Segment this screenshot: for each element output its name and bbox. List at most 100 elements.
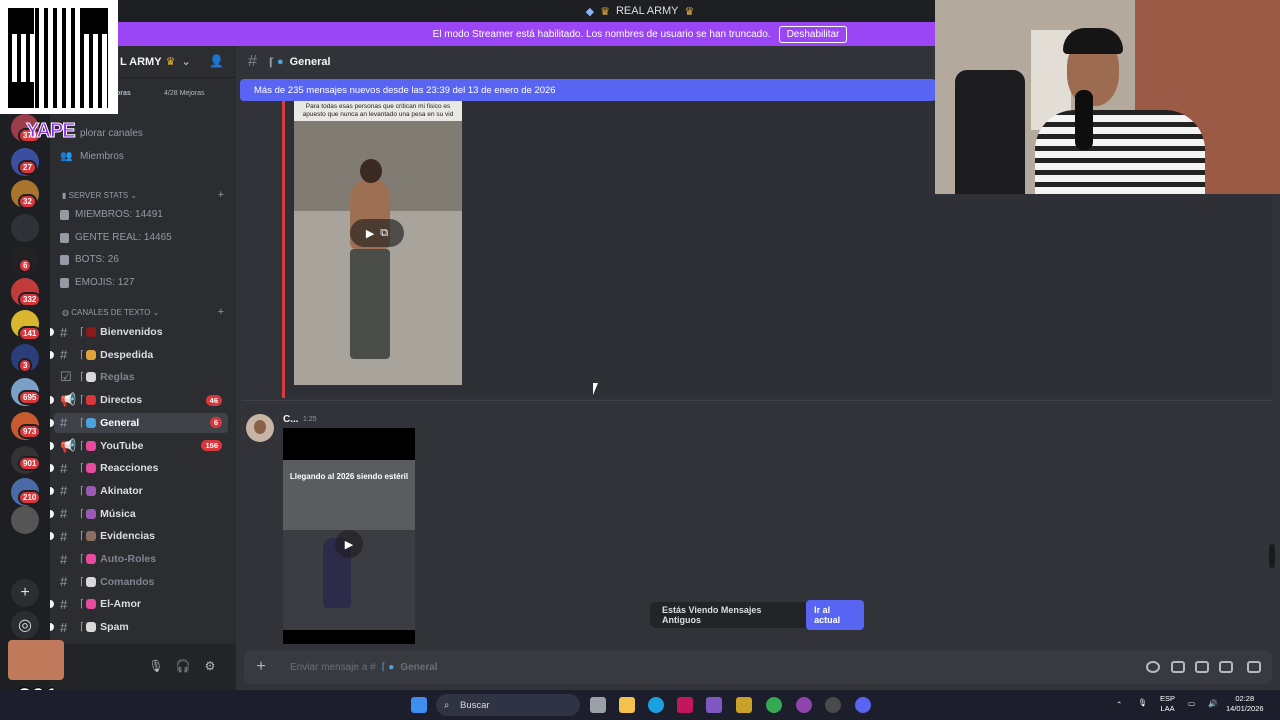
task-view-icon[interactable] — [590, 697, 606, 713]
video-attachment[interactable]: Llegando al 2026 siendo estéril ▶ — [283, 428, 415, 644]
microphone-icon[interactable]: 🎙 — [1138, 698, 1148, 708]
server-logo-icon: ◆ — [585, 5, 595, 18]
add-server-icon[interactable]: + — [11, 579, 39, 607]
upload-plus-icon[interactable]: + — [246, 658, 276, 676]
channel-name: Despedida — [100, 348, 154, 361]
channel-name: Reglas — [100, 371, 135, 384]
gift-icon[interactable] — [1247, 661, 1261, 673]
clock[interactable]: 02:28 14/01/2026 — [1226, 694, 1264, 714]
lock-icon — [60, 254, 69, 265]
stat-channel[interactable]: MIEMBROS: 14491 — [60, 209, 163, 220]
jump-to-present-button[interactable]: Ir al actual — [806, 600, 864, 630]
channel-directos[interactable]: 📢 ⌈ Directos 46 — [50, 390, 228, 410]
game-icon[interactable] — [736, 697, 752, 713]
stat-label: EMOJIS: 127 — [75, 277, 135, 288]
chevron-up-icon[interactable]: ⌃ — [1116, 700, 1122, 710]
channel-bienvenidos[interactable]: # ⌈ Bienvenidos — [50, 322, 228, 342]
channel-name: El-Amor — [100, 598, 141, 611]
old-messages-notice: Estás Viendo Mensajes Antiguos Ir al act… — [650, 600, 864, 630]
apps-icon[interactable] — [1146, 661, 1160, 673]
channel-name: Directos — [100, 394, 143, 407]
globe-icon: ◍ — [62, 308, 72, 317]
server-icon[interactable] — [11, 214, 39, 242]
microphone-icon[interactable]: 🎙 — [148, 658, 164, 674]
channel-reacciones[interactable]: # ⌈ Reacciones — [50, 458, 228, 478]
search-label: Buscar — [460, 699, 490, 711]
chrome-profile-icon[interactable] — [796, 697, 812, 713]
scrollbar-thumb[interactable] — [1269, 544, 1275, 568]
server-icon[interactable] — [11, 506, 39, 534]
webcam-person — [1035, 110, 1205, 194]
add-channel-icon[interactable]: + — [218, 306, 224, 318]
search-icon: ⌕ — [444, 699, 450, 711]
channel-auto-roles[interactable]: # ⌈ Auto-Roles — [54, 549, 228, 569]
video-attachment[interactable]: Para todas esas personas que critican mi… — [294, 101, 462, 385]
discord-icon[interactable] — [855, 697, 871, 713]
avatar[interactable] — [246, 414, 274, 442]
channel-evidencias[interactable]: # ⌈ Evidencias — [50, 526, 228, 546]
channel-bracket: ⌈ — [80, 621, 85, 634]
discover-icon[interactable]: ◎ — [11, 611, 39, 639]
language-top: ESP — [1160, 694, 1176, 703]
members-link[interactable]: 👥 Miembros — [60, 151, 124, 162]
hash-icon: # — [60, 347, 68, 363]
message-author[interactable]: C... — [283, 414, 299, 425]
hash-icon: # — [60, 460, 68, 476]
channel-akinator[interactable]: # ⌈ Akinator — [50, 481, 228, 501]
volume-icon[interactable]: 🔊 — [1208, 699, 1217, 709]
add-channel-icon[interactable]: + — [218, 189, 224, 201]
composer-placeholder: Enviar mensaje a # — [290, 661, 376, 673]
channel-emoji-icon — [86, 372, 97, 383]
channel-header: # ⌈ ● General — [236, 46, 936, 78]
app-icon[interactable] — [677, 697, 693, 713]
channel-comandos[interactable]: # ⌈ Comandos — [54, 572, 228, 592]
message-composer[interactable]: + Enviar mensaje a # ⌈ ● General — [244, 650, 1272, 684]
channel-despedida[interactable]: # ⌈ Despedida — [50, 345, 228, 365]
lock-icon — [60, 209, 69, 220]
language-indicator[interactable]: ESP LAA — [1160, 694, 1175, 714]
gear-icon[interactable]: ⚙ — [202, 658, 218, 674]
category-server-stats[interactable]: ▮ SERVER STATS ⌄ — [62, 191, 137, 200]
play-button[interactable]: ▶ ⧉ — [350, 219, 404, 247]
copilot-icon[interactable] — [706, 697, 722, 713]
stat-channel[interactable]: EMOJIS: 127 — [60, 277, 134, 288]
stat-channel[interactable]: BOTS: 26 — [60, 254, 119, 265]
channel-emoji-icon — [86, 554, 97, 564]
windows-start-icon[interactable] — [411, 697, 427, 713]
edge-icon[interactable] — [648, 697, 664, 713]
channel-m-sica[interactable]: # ⌈ Música — [50, 504, 228, 524]
channel-emoji-icon — [86, 508, 97, 519]
gif-icon[interactable] — [1171, 661, 1185, 673]
stat-channel[interactable]: GENTE REAL: 14465 — [60, 232, 172, 243]
channel-el-amor[interactable]: # ⌈ El-Amor — [50, 594, 228, 614]
play-button[interactable]: ▶ — [335, 530, 363, 558]
channel-bracket: ⌈ — [80, 598, 85, 611]
video-figure — [350, 249, 390, 359]
channel-bracket: ⌈ — [80, 371, 85, 384]
webcam-microphone — [1075, 90, 1093, 150]
webcam-overlay — [935, 0, 1280, 194]
channel-general[interactable]: # ⌈ General 6 — [50, 412, 228, 433]
invite-people-icon[interactable]: 👤 — [209, 54, 224, 68]
taskbar-search[interactable]: ⌕ Buscar — [436, 694, 580, 716]
disable-streamer-button[interactable]: Deshabilitar — [778, 25, 848, 43]
channel-spam[interactable]: # ⌈ Spam — [50, 617, 228, 637]
obs-icon[interactable] — [825, 697, 841, 713]
unread-indicator — [50, 396, 54, 405]
new-messages-bar[interactable]: Más de 235 mensajes nuevos desde las 23:… — [240, 79, 936, 101]
channel-name: Música — [100, 507, 136, 520]
boost-progress[interactable]: 4/28 Mejoras — [164, 90, 204, 97]
channel-bracket: ⌈ — [268, 56, 274, 69]
file-explorer-icon[interactable] — [619, 697, 635, 713]
category-text-channels[interactable]: ◍ CANALES DE TEXTO ⌄ — [62, 308, 159, 317]
image-icon[interactable] — [1219, 661, 1233, 673]
hash-icon: # — [60, 506, 68, 522]
sticker-icon[interactable] — [1195, 661, 1209, 673]
chrome-icon[interactable] — [766, 697, 782, 713]
hash-icon: # — [60, 324, 68, 340]
channel-reglas[interactable]: ☑ ⌈ Reglas — [54, 367, 228, 387]
windows-taskbar: ⌕ Buscar ⌃ 🎙 ESP LAA ▭ 🔊 02:28 14/01/202… — [0, 690, 1280, 720]
headphones-icon[interactable]: 🎧 — [175, 658, 191, 674]
channel-youtube[interactable]: 📢 ⌈ YouTube 156 — [50, 436, 228, 456]
network-icon[interactable]: ▭ — [1188, 699, 1195, 709]
